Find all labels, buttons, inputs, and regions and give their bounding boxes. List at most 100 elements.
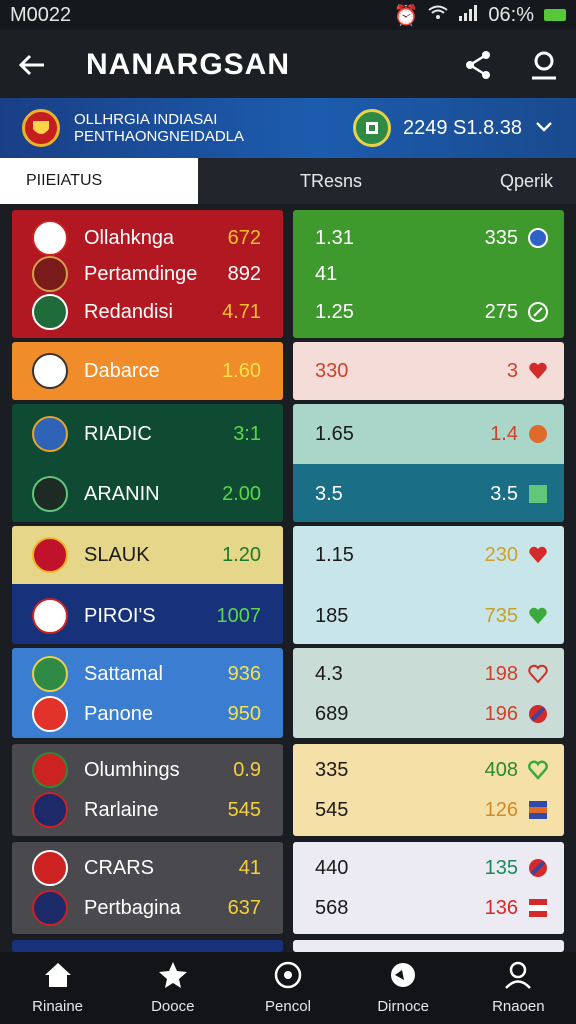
odds-right: 196 [484, 702, 518, 725]
odds-right: 735 [484, 604, 518, 627]
team-value: 892 [227, 262, 261, 285]
team-logo-icon [32, 850, 68, 886]
tab-other[interactable]: Qperik [500, 171, 553, 192]
chevron-down-icon[interactable] [534, 117, 554, 140]
odds-row[interactable]: 440 135 [293, 850, 564, 886]
odds-right: 3 [506, 359, 518, 382]
home-icon [43, 961, 73, 994]
odds-left: 335 [315, 758, 349, 781]
nav-label: Dirnoce [377, 998, 429, 1015]
team-logo-icon [32, 752, 68, 788]
list-item[interactable]: Olumhings 0.9 [12, 752, 283, 788]
list-item[interactable]: CRARS 41 [12, 850, 283, 886]
odds-row[interactable]: 545 126 [293, 792, 564, 828]
odds-right: 1.4 [490, 422, 518, 445]
right-panel-4: 1.15 230 185 735 [293, 526, 564, 644]
profile-icon [503, 961, 533, 994]
odds-row[interactable]: 335 408 [293, 752, 564, 788]
list-item[interactable]: Pertbagina 637 [12, 890, 283, 926]
team-name: SLAUK [84, 543, 150, 566]
bottom-nav: Rinaine Dooce Pencol Dirnoce Rnaoen [0, 952, 576, 1024]
heart-icon [528, 545, 548, 565]
list-item[interactable]: RIADIC 3:1 [12, 416, 283, 452]
team-logo-icon [32, 294, 68, 330]
odds-row[interactable]: 1.31 335 [293, 220, 564, 256]
team-value: 2.00 [222, 482, 261, 505]
left-panel-6: Olumhings 0.9 Rarlaine 545 [12, 744, 283, 836]
list-item[interactable]: Dabarce 1.60 [12, 353, 283, 389]
heart-icon [528, 664, 548, 684]
team-name: ARANIN [84, 482, 160, 505]
team-logo-icon [32, 476, 68, 512]
nav-home[interactable]: Rinaine [3, 961, 113, 1015]
odds-row[interactable]: 185 735 [293, 598, 564, 634]
list-item[interactable]: Redandisi 4.71 [12, 294, 283, 330]
heart-icon [528, 606, 548, 626]
team-value: 950 [227, 702, 261, 725]
list-item[interactable]: ARANIN 2.00 [12, 476, 283, 512]
profile-icon[interactable] [530, 50, 558, 80]
odds-right: 135 [484, 856, 518, 879]
odds-right: 198 [484, 662, 518, 685]
league-banner[interactable]: OLLHRGIA INDIASAI PENTHAONGNEIDADLA 2249… [0, 98, 576, 158]
team-value: 4.71 [222, 300, 261, 323]
left-panel-7: CRARS 41 Pertbagina 637 [12, 842, 283, 934]
heart-icon [528, 760, 548, 780]
odds-right: 335 [484, 226, 518, 249]
right-panel-6: 335 408 545 126 [293, 744, 564, 836]
odds-row[interactable]: 689 196 [293, 696, 564, 732]
team-name: CRARS [84, 856, 155, 879]
odds-left: 330 [315, 359, 349, 382]
team-logo-icon [32, 220, 68, 256]
nav-discover[interactable]: Dirnoce [348, 961, 458, 1015]
nav-label: Pencol [265, 998, 311, 1015]
odds-left: 41 [315, 262, 338, 285]
odds-row[interactable]: 330 3 [293, 353, 564, 389]
odds-left: 4.3 [315, 662, 343, 685]
right-panel-3: 1.65 1.4 3.5 3.5 [293, 404, 564, 522]
odds-right: 3.5 [490, 482, 518, 505]
team-logo-icon [32, 696, 68, 732]
list-item[interactable]: Panone 950 [12, 696, 283, 732]
team-value: 1007 [216, 604, 262, 627]
team-value: 672 [227, 226, 261, 249]
nav-profile[interactable]: Rnaoen [463, 961, 573, 1015]
left-panel-1: Ollahknga 672 Pertamdinge 892 Redandisi … [12, 210, 283, 338]
alarm-icon: ⏰ [393, 4, 419, 27]
odds-row[interactable]: 41 [293, 256, 564, 292]
tab-active[interactable]: PIIEIATUS [0, 158, 198, 204]
odds-row[interactable]: 3.5 3.5 [293, 476, 564, 512]
tab-teams[interactable]: TResns [300, 171, 362, 192]
back-arrow-icon[interactable] [18, 53, 46, 77]
team-logo-icon [32, 256, 68, 292]
nav-label: Rnaoen [492, 998, 545, 1015]
list-item[interactable]: Rarlaine 545 [12, 792, 283, 828]
nav-favorites[interactable]: Dooce [118, 961, 228, 1015]
odds-row[interactable]: 1.15 230 [293, 537, 564, 573]
nav-matches[interactable]: Pencol [233, 961, 343, 1015]
list-item[interactable]: Pertamdinge 892 [12, 256, 283, 292]
list-item[interactable]: PIROI'S 1007 [12, 598, 283, 634]
left-panel-2: Dabarce 1.60 [12, 342, 283, 400]
right-panel-2: 330 3 [293, 342, 564, 400]
team-name: Dabarce [84, 359, 160, 382]
odds-left: 1.25 [315, 300, 354, 323]
odds-row[interactable]: 1.65 1.4 [293, 416, 564, 452]
odds-row[interactable]: 4.3 198 [293, 656, 564, 692]
odds-row[interactable]: 568 136 [293, 890, 564, 926]
share-icon[interactable] [464, 50, 492, 80]
team-name: Pertamdinge [84, 262, 198, 285]
list-item[interactable]: Sattamal 936 [12, 656, 283, 692]
star-icon [158, 961, 188, 994]
list-item[interactable]: Ollahknga 672 [12, 220, 283, 256]
team-name: Panone [84, 702, 153, 725]
right-panel-1: 1.31 335 41 1.25 275 [293, 210, 564, 338]
team-name: Redandisi [84, 300, 173, 323]
team-logo-icon [32, 656, 68, 692]
team-logo-icon [32, 890, 68, 926]
odds-row[interactable]: 1.25 275 [293, 294, 564, 330]
list-item[interactable]: SLAUK 1.20 [12, 537, 283, 573]
globe-icon [388, 961, 418, 994]
league-crest-icon [22, 109, 60, 147]
right-panel-8 [293, 940, 564, 952]
